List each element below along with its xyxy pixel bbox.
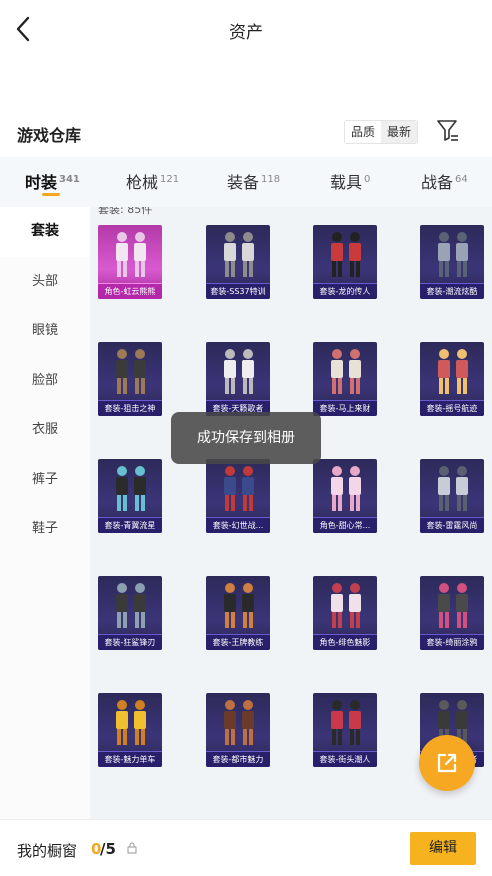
- outfit-figure-icon: [116, 466, 146, 511]
- showcase-bar: 我的橱窗 0 /5 编辑: [0, 819, 492, 876]
- category-tabs: 时装 341 枪械 121 装备 118 载具 0 战备 64: [0, 157, 492, 207]
- outfit-figure-icon: [224, 232, 254, 277]
- outfit-name: 套装-狙击之神: [98, 400, 162, 416]
- sidebar-item-glasses[interactable]: 眼镜: [0, 306, 90, 356]
- outfit-card[interactable]: 套装-雷霆风尚: [420, 459, 484, 533]
- outfit-name: 套装-街头潮人: [313, 751, 377, 767]
- outfit-name: 套装-王牌教练: [206, 634, 270, 650]
- outfit-figure-icon: [224, 700, 254, 745]
- edit-button[interactable]: 编辑: [410, 832, 476, 865]
- outfit-name: 套装-狂鲨锋刃: [98, 634, 162, 650]
- tab-label: 枪械: [126, 173, 159, 192]
- warehouse-title: 游戏仓库: [17, 126, 82, 145]
- tab-label: 时装: [25, 173, 58, 192]
- outfit-card[interactable]: 角色-绯色魅影: [313, 576, 377, 650]
- outfit-name: 套装-摇号航迹: [420, 400, 484, 416]
- outfit-figure-icon: [224, 466, 254, 511]
- sidebar: 套装 头部 眼镜 脸部 衣服 裤子 鞋子: [0, 207, 90, 819]
- outfit-name: 套装-魅力单车: [98, 751, 162, 767]
- outfit-card[interactable]: 套装-街头潮人: [313, 693, 377, 767]
- lock-icon: [127, 842, 137, 854]
- outfit-name: 套装-雷霆风尚: [420, 517, 484, 533]
- tab-count: 121: [160, 174, 180, 185]
- outfit-card[interactable]: 套装-马上来财: [313, 342, 377, 416]
- outfit-figure-icon: [116, 349, 146, 394]
- outfit-name: 套装-SS37特训: [206, 283, 270, 299]
- tab-equipment[interactable]: 装备 118: [227, 169, 280, 193]
- sidebar-item-pants[interactable]: 裤子: [0, 455, 90, 505]
- outfit-card[interactable]: 套装-幻世战...: [206, 459, 270, 533]
- outfit-figure-icon: [331, 349, 361, 394]
- outfit-card[interactable]: 套装-天籁歌者: [206, 342, 270, 416]
- outfit-card[interactable]: 套装-狂鲨锋刃: [98, 576, 162, 650]
- tab-label: 装备: [227, 173, 260, 192]
- outfit-name: 套装-青翼流星: [98, 517, 162, 533]
- sort-newest-button[interactable]: 最新: [381, 121, 418, 143]
- sidebar-item-shoes[interactable]: 鞋子: [0, 504, 90, 554]
- tab-count: 341: [59, 174, 80, 185]
- tab-fashion[interactable]: 时装 341: [25, 169, 80, 193]
- outfit-figure-icon: [116, 232, 146, 277]
- outfit-figure-icon: [438, 466, 468, 511]
- tab-count: 0: [364, 174, 371, 185]
- outfit-card[interactable]: 套装-王牌教练: [206, 576, 270, 650]
- page-title: 资产: [229, 23, 263, 43]
- active-tab-indicator: [42, 193, 60, 196]
- toast-message: 成功保存到相册: [171, 412, 321, 464]
- outfit-figure-icon: [224, 349, 254, 394]
- outfit-figure-icon: [331, 700, 361, 745]
- outfit-figure-icon: [331, 232, 361, 277]
- tab-count: 64: [455, 174, 468, 185]
- outfit-figure-icon: [116, 583, 146, 628]
- outfit-card[interactable]: 套装-潮流炫酷: [420, 225, 484, 299]
- outfit-card[interactable]: 套装-都市魅力: [206, 693, 270, 767]
- outfit-name: 套装-幻世战...: [206, 517, 270, 533]
- outfit-name: 角色-绯色魅影: [313, 634, 377, 650]
- share-external-icon: [437, 753, 457, 773]
- tab-label: 战备: [421, 173, 454, 192]
- outfit-figure-icon: [331, 583, 361, 628]
- outfit-card[interactable]: 角色-甜心常...: [313, 459, 377, 533]
- outfit-name: 套装-都市魅力: [206, 751, 270, 767]
- tab-guns[interactable]: 枪械 121: [126, 169, 179, 193]
- top-bar: 资产: [0, 0, 492, 58]
- outfit-figure-icon: [224, 583, 254, 628]
- outfit-card[interactable]: 套装-狙击之神: [98, 342, 162, 416]
- outfit-card[interactable]: 套装-魅力单车: [98, 693, 162, 767]
- outfit-card[interactable]: 套装-SS37特训: [206, 225, 270, 299]
- outfit-card[interactable]: 角色-虹云熊熊: [98, 225, 162, 299]
- tab-supplies[interactable]: 战备 64: [421, 169, 468, 193]
- sidebar-item-suits[interactable]: 套装: [0, 207, 90, 257]
- outfit-name: 套装-马上来财: [313, 400, 377, 416]
- sort-toggle: 品质 最新: [344, 120, 419, 144]
- showcase-label: 我的橱窗: [17, 842, 78, 860]
- share-button[interactable]: [419, 735, 475, 791]
- tab-label: 载具: [330, 173, 363, 192]
- outfit-card[interactable]: 套装-龙的传人: [313, 225, 377, 299]
- outfit-name: 角色-虹云熊熊: [98, 283, 162, 299]
- outfit-figure-icon: [331, 466, 361, 511]
- outfit-name: 套装-潮流炫酷: [420, 283, 484, 299]
- sidebar-item-head[interactable]: 头部: [0, 257, 90, 307]
- sidebar-item-clothes[interactable]: 衣服: [0, 405, 90, 455]
- outfit-figure-icon: [438, 232, 468, 277]
- outfit-name: 角色-甜心常...: [313, 517, 377, 533]
- outfit-name: 套装-龙的传人: [313, 283, 377, 299]
- showcase-total-count: /5: [100, 840, 116, 858]
- sidebar-item-face[interactable]: 脸部: [0, 356, 90, 406]
- tab-count: 118: [261, 174, 281, 185]
- outfit-figure-icon: [438, 583, 468, 628]
- sort-quality-button[interactable]: 品质: [345, 121, 382, 143]
- item-count: 套装: 85件: [98, 207, 153, 216]
- item-grid[interactable]: 套装: 85件 角色-虹云熊熊 套装-SS37特训 套装-龙的传人 套装-潮流炫酷 套装…: [90, 207, 492, 819]
- filter-icon[interactable]: [436, 118, 460, 144]
- tab-vehicles[interactable]: 载具 0: [330, 169, 370, 193]
- outfit-name: 套装-绮丽涂鸦: [420, 634, 484, 650]
- outfit-figure-icon: [438, 349, 468, 394]
- outfit-card[interactable]: 套装-绮丽涂鸦: [420, 576, 484, 650]
- outfit-card[interactable]: 套装-青翼流星: [98, 459, 162, 533]
- outfit-card[interactable]: 套装-摇号航迹: [420, 342, 484, 416]
- outfit-figure-icon: [116, 700, 146, 745]
